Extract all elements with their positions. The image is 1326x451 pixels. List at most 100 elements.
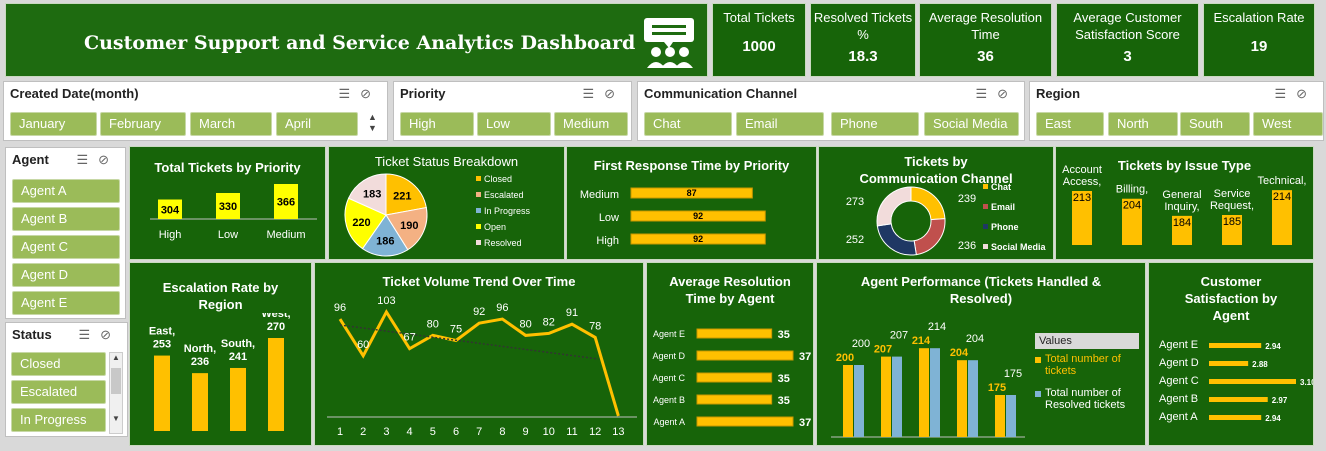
slicer-item[interactable]: High xyxy=(400,112,474,136)
scroll-thumb[interactable] xyxy=(111,368,121,394)
bar xyxy=(696,350,794,361)
slicer-item[interactable]: March xyxy=(190,112,272,136)
point-label: 60 xyxy=(357,339,369,351)
bar-label: 35 xyxy=(778,373,790,385)
slicer-item[interactable]: February xyxy=(100,112,186,136)
slicer-item[interactable]: West xyxy=(1253,112,1323,136)
slicer-actions: ☰⊘ xyxy=(582,86,625,102)
kpi-label: Average Customer Satisfaction Score xyxy=(1073,10,1182,42)
chart-channel: Tickets by Communication Channel 239 Chat… xyxy=(818,146,1054,260)
chart-issue: Tickets by Issue Type Account Access, 213 B… xyxy=(1055,146,1314,260)
clear-filter-icon[interactable]: ⊘ xyxy=(997,86,1018,101)
multi-select-icon[interactable]: ☰ xyxy=(1274,86,1296,101)
multi-select-icon[interactable]: ☰ xyxy=(78,327,100,342)
clear-filter-icon[interactable]: ⊘ xyxy=(604,86,625,101)
kpi-label: Escalation Rate xyxy=(1213,10,1305,25)
slicer-item[interactable]: Phone xyxy=(831,112,919,136)
clear-filter-icon[interactable]: ⊘ xyxy=(360,86,381,101)
legend-label: Phone xyxy=(991,222,1019,232)
legend-label: Email xyxy=(991,202,1015,212)
kpi-label: Average Resolution Time xyxy=(928,10,1043,42)
point-label: 67 xyxy=(403,332,415,344)
bar-label: 204 xyxy=(950,347,969,359)
slicer-item[interactable]: Medium xyxy=(554,112,628,136)
slicer-item[interactable]: In Progress xyxy=(11,408,106,432)
bar-label: 87 xyxy=(687,188,697,198)
bar-label: 92 xyxy=(693,234,703,244)
clear-filter-icon[interactable]: ⊘ xyxy=(100,327,121,342)
slicer-item[interactable]: Social Media xyxy=(924,112,1019,136)
clear-filter-icon[interactable]: ⊘ xyxy=(1296,86,1317,101)
category-label: Access, xyxy=(1063,176,1102,188)
y-tick-label: Agent E xyxy=(653,329,685,339)
slicer-item[interactable]: Agent E xyxy=(12,291,120,315)
scroll-down-icon[interactable]: ▼ xyxy=(110,414,122,423)
slicer-item[interactable]: East xyxy=(1036,112,1104,136)
slicer-channel[interactable]: Communication Channel ☰⊘ Chat Email Phon… xyxy=(637,81,1025,141)
y-tick-label: High xyxy=(596,235,619,247)
slicer-item[interactable]: Agent D xyxy=(12,263,120,287)
legend-label: Resolved xyxy=(484,238,522,248)
bar-label: 3.10 xyxy=(1300,378,1313,387)
donut-slice xyxy=(910,186,946,221)
bar xyxy=(881,356,891,437)
bar-label: 213 xyxy=(1073,192,1091,204)
chart-escalation: Escalation Rate by Region East, 253 North,… xyxy=(129,262,312,446)
bar-label: 207 xyxy=(874,344,892,356)
bar xyxy=(1006,395,1016,437)
kpi-avg-resolution: Average Resolution Time 36 xyxy=(919,3,1052,77)
escalation-bar-chart: East,253 North,236 South,241 West,270 xyxy=(149,313,291,431)
multi-select-icon[interactable]: ☰ xyxy=(975,86,997,101)
scrollbar[interactable]: ▲ ▼ xyxy=(109,352,123,434)
scroll-arrows-icon[interactable]: ▲ ▼ xyxy=(368,112,377,134)
slicer-agent[interactable]: Agent ☰⊘ Agent A Agent B Agent C Agent D… xyxy=(5,147,126,319)
multi-select-icon[interactable]: ☰ xyxy=(338,86,360,101)
slicer-item[interactable]: Low xyxy=(477,112,551,136)
kpi-label: Total Tickets xyxy=(723,10,795,25)
slicer-item[interactable]: North xyxy=(1108,112,1178,136)
channel-donut-chart: 239 Chat 236 Email 252 Phone 273 Social Media xyxy=(846,182,1047,256)
chart-csat: Customer Satisfaction by Agent Agent E 2.… xyxy=(1148,262,1314,446)
multi-select-icon[interactable]: ☰ xyxy=(582,86,604,101)
slicer-item[interactable]: January xyxy=(10,112,97,136)
x-tick-label: High xyxy=(159,229,182,241)
slicer-item[interactable]: Chat xyxy=(644,112,732,136)
x-tick-label: Medium xyxy=(266,229,305,241)
category-label: Billing, xyxy=(1116,184,1148,196)
clear-filter-icon[interactable]: ⊘ xyxy=(98,152,119,167)
slicer-created-date[interactable]: Created Date(month) ☰⊘ January February … xyxy=(3,81,388,141)
x-tick-label: 6 xyxy=(453,426,459,438)
legend-title[interactable]: Values xyxy=(1035,333,1139,349)
bar-label: 2.94 xyxy=(1265,342,1281,351)
chart-first-response: First Response Time by Priority Medium 87… xyxy=(566,146,817,260)
chart-legend: Values Total number of tickets Total num… xyxy=(1035,333,1139,411)
multi-select-icon[interactable]: ☰ xyxy=(76,152,98,167)
slicer-item[interactable]: Closed xyxy=(11,352,106,376)
slicer-item[interactable]: Agent C xyxy=(12,235,120,259)
issue-bar-chart: AccountAccess, 213 Billing, 204 GeneralInqui… xyxy=(1062,164,1306,245)
bar-label: 92 xyxy=(693,211,703,221)
slicer-item[interactable]: South xyxy=(1180,112,1250,136)
slicer-item[interactable]: Agent B xyxy=(12,207,120,231)
slicer-item[interactable]: April xyxy=(276,112,358,136)
category-label: West, xyxy=(261,313,290,320)
slicer-status[interactable]: Status ☰⊘ Closed Escalated In Progress ▲… xyxy=(5,322,128,437)
slice-label: 239 xyxy=(958,193,976,205)
x-tick-label: 9 xyxy=(523,426,529,438)
scroll-up-icon[interactable]: ▲ xyxy=(110,353,122,362)
donut-slice xyxy=(913,218,946,256)
slicer-item[interactable]: Email xyxy=(736,112,824,136)
slicer-region[interactable]: Region ☰⊘ East North South West xyxy=(1029,81,1324,141)
category-label: North, xyxy=(184,343,216,355)
y-tick-label: Agent A xyxy=(1159,411,1198,423)
point-label: 96 xyxy=(496,302,508,314)
slicer-item[interactable]: Agent A xyxy=(12,179,120,203)
slicer-actions: ☰⊘ xyxy=(76,152,119,168)
slicer-item[interactable]: Escalated xyxy=(11,380,106,404)
x-tick-label: 13 xyxy=(612,426,624,438)
x-tick-label: 11 xyxy=(566,426,577,438)
bar-label: 204 xyxy=(966,333,984,345)
slicer-priority[interactable]: Priority ☰⊘ High Low Medium xyxy=(393,81,632,141)
agent-performance-bar-chart: 200 200 207 207 214 214 204 204 175 175 xyxy=(831,321,1025,438)
kpi-value: 36 xyxy=(977,48,994,65)
